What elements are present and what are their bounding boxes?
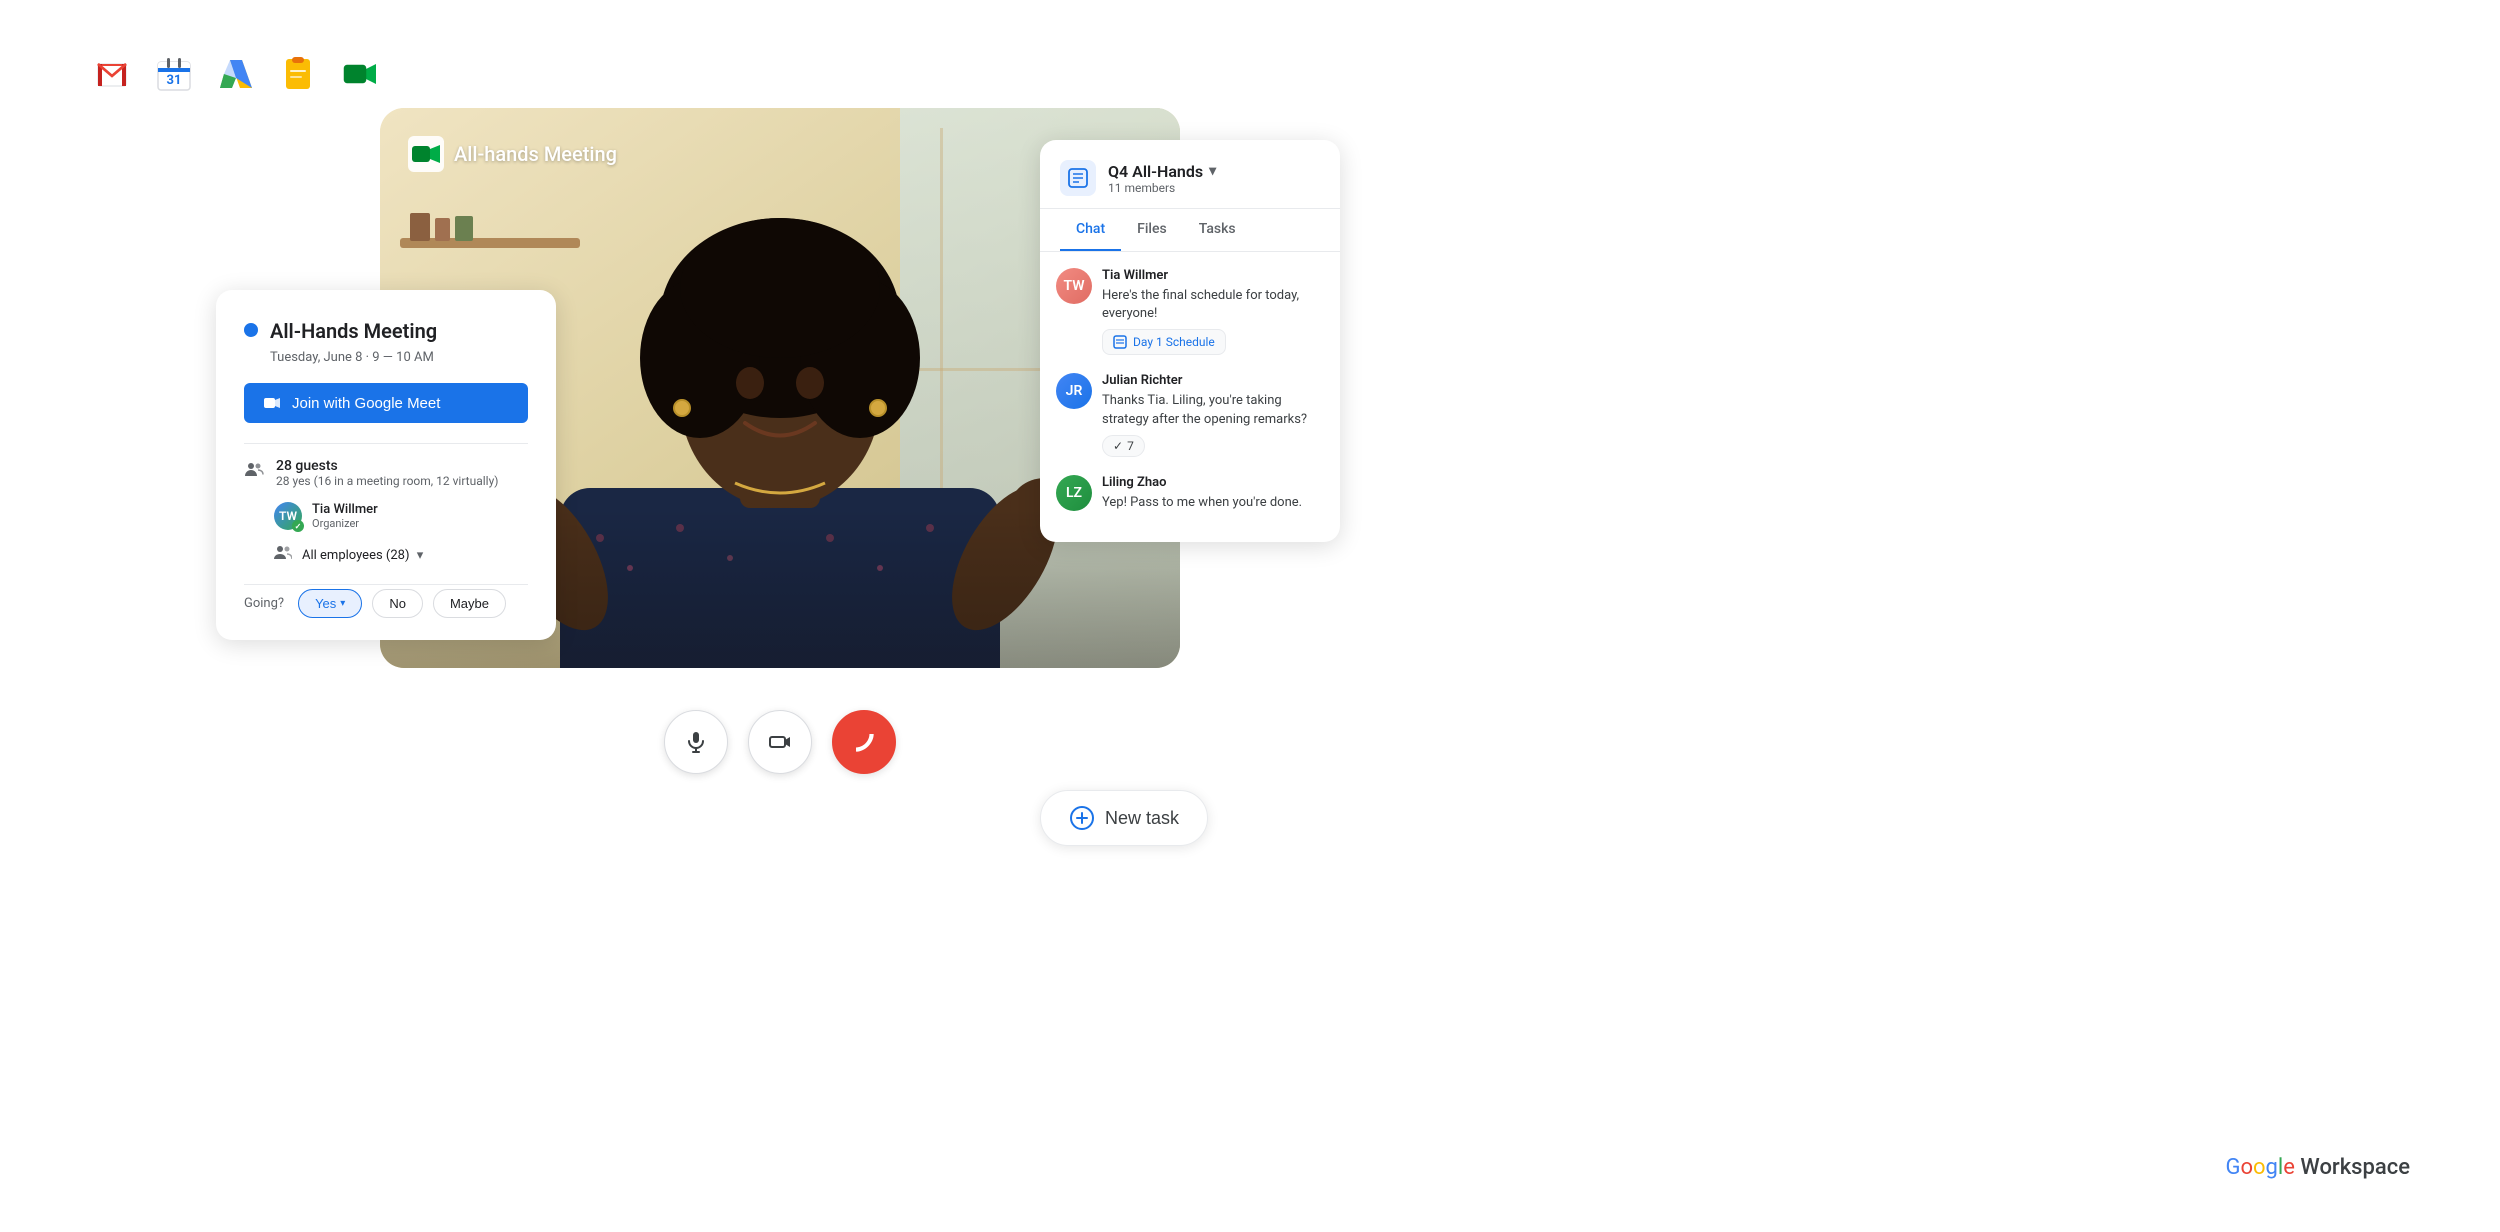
chat-message-1: TW Tia Willmer Here's the final schedule… [1056, 268, 1324, 355]
chat-title-area: Q4 All-Hands ▾ 11 members [1108, 162, 1320, 195]
msg-content-2: Julian Richter Thanks Tia. Liling, you'r… [1102, 373, 1324, 456]
chat-message-2: JR Julian Richter Thanks Tia. Liling, yo… [1056, 373, 1324, 456]
reaction-check-icon: ✓ [1113, 439, 1123, 453]
camera-button[interactable] [748, 710, 812, 774]
guests-detail: 28 yes (16 in a meeting room, 12 virtual… [276, 474, 498, 488]
organizer-role: Organizer [312, 517, 378, 530]
rsvp-yes-button[interactable]: Yes ▾ [298, 589, 362, 618]
chat-messages: TW Tia Willmer Here's the final schedule… [1040, 252, 1340, 542]
organizer-avatar: TW ✓ [274, 502, 302, 530]
keep-icon[interactable] [276, 52, 320, 96]
brand-workspace-text: Workspace [2295, 1155, 2410, 1180]
group-icon [274, 544, 292, 562]
meet-label: All-hands Meeting [408, 136, 617, 172]
organizer-info: Tia Willmer Organizer [312, 502, 378, 530]
msg-author-2: Julian Richter [1102, 373, 1324, 388]
going-label: Going? [244, 596, 284, 611]
msg-content-1: Tia Willmer Here's the final schedule fo… [1102, 268, 1324, 355]
video-title: All-hands Meeting [454, 142, 617, 166]
brand-google-text: Google [2225, 1155, 2294, 1180]
guests-count: 28 guests [276, 458, 498, 474]
attachment-doc-icon [1113, 335, 1127, 349]
google-workspace-branding: Google Workspace [2225, 1155, 2410, 1180]
msg-reaction-2: ✓ 7 [1102, 435, 1145, 457]
rsvp-yes-arrow-icon: ▾ [340, 598, 345, 609]
camera-icon [768, 730, 792, 754]
chat-dropdown-icon[interactable]: ▾ [1209, 163, 1216, 179]
hangup-button[interactable] [832, 710, 896, 774]
rsvp-no-button[interactable]: No [372, 589, 423, 618]
new-task-button[interactable]: New task [1040, 790, 1208, 846]
guests-icon [244, 460, 264, 485]
tia-avatar: TW [1056, 268, 1092, 304]
event-date: Tuesday, June 8 · 9 — 10 AM [270, 350, 528, 365]
rsvp-maybe-button[interactable]: Maybe [433, 589, 506, 618]
meet-button-icon [262, 393, 282, 413]
join-button-label: Join with Google Meet [292, 395, 440, 412]
liling-avatar: LZ [1056, 475, 1092, 511]
tab-chat[interactable]: Chat [1060, 209, 1121, 251]
people-icon [244, 460, 264, 480]
rsvp-maybe-label: Maybe [450, 596, 489, 611]
new-task-icon [1069, 805, 1095, 831]
chat-group-name: Q4 All-Hands ▾ [1108, 162, 1320, 181]
msg-attachment-1[interactable]: Day 1 Schedule [1102, 329, 1226, 355]
dropdown-arrow-icon[interactable]: ▾ [417, 548, 424, 563]
mic-button[interactable] [664, 710, 728, 774]
msg-content-3: Liling Zhao Yep! Pass to me when you're … [1102, 475, 1324, 512]
calendar-icon[interactable]: 31 [152, 52, 196, 96]
join-meet-button[interactable]: Join with Google Meet [244, 383, 528, 423]
organizer-check-icon: ✓ [292, 520, 304, 532]
video-controls [380, 710, 1180, 774]
msg-text-1: Here's the final schedule for today, eve… [1102, 287, 1324, 323]
going-row: Going? Yes ▾ No Maybe [244, 584, 528, 618]
chat-doc-icon [1067, 167, 1089, 189]
chat-tabs: Chat Files Tasks [1040, 209, 1340, 252]
organizer-name: Tia Willmer [312, 502, 378, 517]
new-task-label: New task [1105, 808, 1179, 829]
msg-text-3: Yep! Pass to me when you're done. [1102, 494, 1324, 512]
gmail-icon[interactable] [90, 52, 134, 96]
hangup-icon [850, 728, 878, 756]
meet-icon[interactable] [338, 52, 382, 96]
julian-avatar: JR [1056, 373, 1092, 409]
meet-video-icon [408, 136, 444, 172]
rsvp-no-label: No [389, 596, 406, 611]
chat-panel-icon [1060, 160, 1096, 196]
organizer-row: TW ✓ Tia Willmer Organizer [274, 502, 528, 530]
calendar-card: All-Hands Meeting Tuesday, June 8 · 9 — … [216, 290, 556, 640]
event-title: All-Hands Meeting [270, 318, 437, 344]
all-employees-text: All employees (28) ▾ [302, 548, 423, 563]
drive-icon[interactable] [214, 52, 258, 96]
tab-tasks[interactable]: Tasks [1183, 209, 1252, 251]
chat-panel: Q4 All-Hands ▾ 11 members Chat Files Tas… [1040, 140, 1340, 542]
guests-row: 28 guests 28 yes (16 in a meeting room, … [244, 458, 528, 488]
msg-author-1: Tia Willmer [1102, 268, 1324, 283]
event-color-dot [244, 323, 258, 337]
card-divider [244, 443, 528, 444]
all-emp-icon [274, 544, 292, 566]
msg-author-3: Liling Zhao [1102, 475, 1324, 490]
toolbar: 31 [90, 52, 382, 96]
chat-message-3: LZ Liling Zhao Yep! Pass to me when you'… [1056, 475, 1324, 512]
svg-text:31: 31 [167, 73, 182, 88]
all-employees-row: All employees (28) ▾ [274, 544, 528, 566]
rsvp-yes-label: Yes [315, 596, 336, 611]
tab-files[interactable]: Files [1121, 209, 1183, 251]
chat-header: Q4 All-Hands ▾ 11 members [1040, 140, 1340, 209]
mic-icon [684, 730, 708, 754]
msg-text-2: Thanks Tia. Liling, you're taking strate… [1102, 392, 1324, 428]
chat-members-count: 11 members [1108, 181, 1320, 195]
